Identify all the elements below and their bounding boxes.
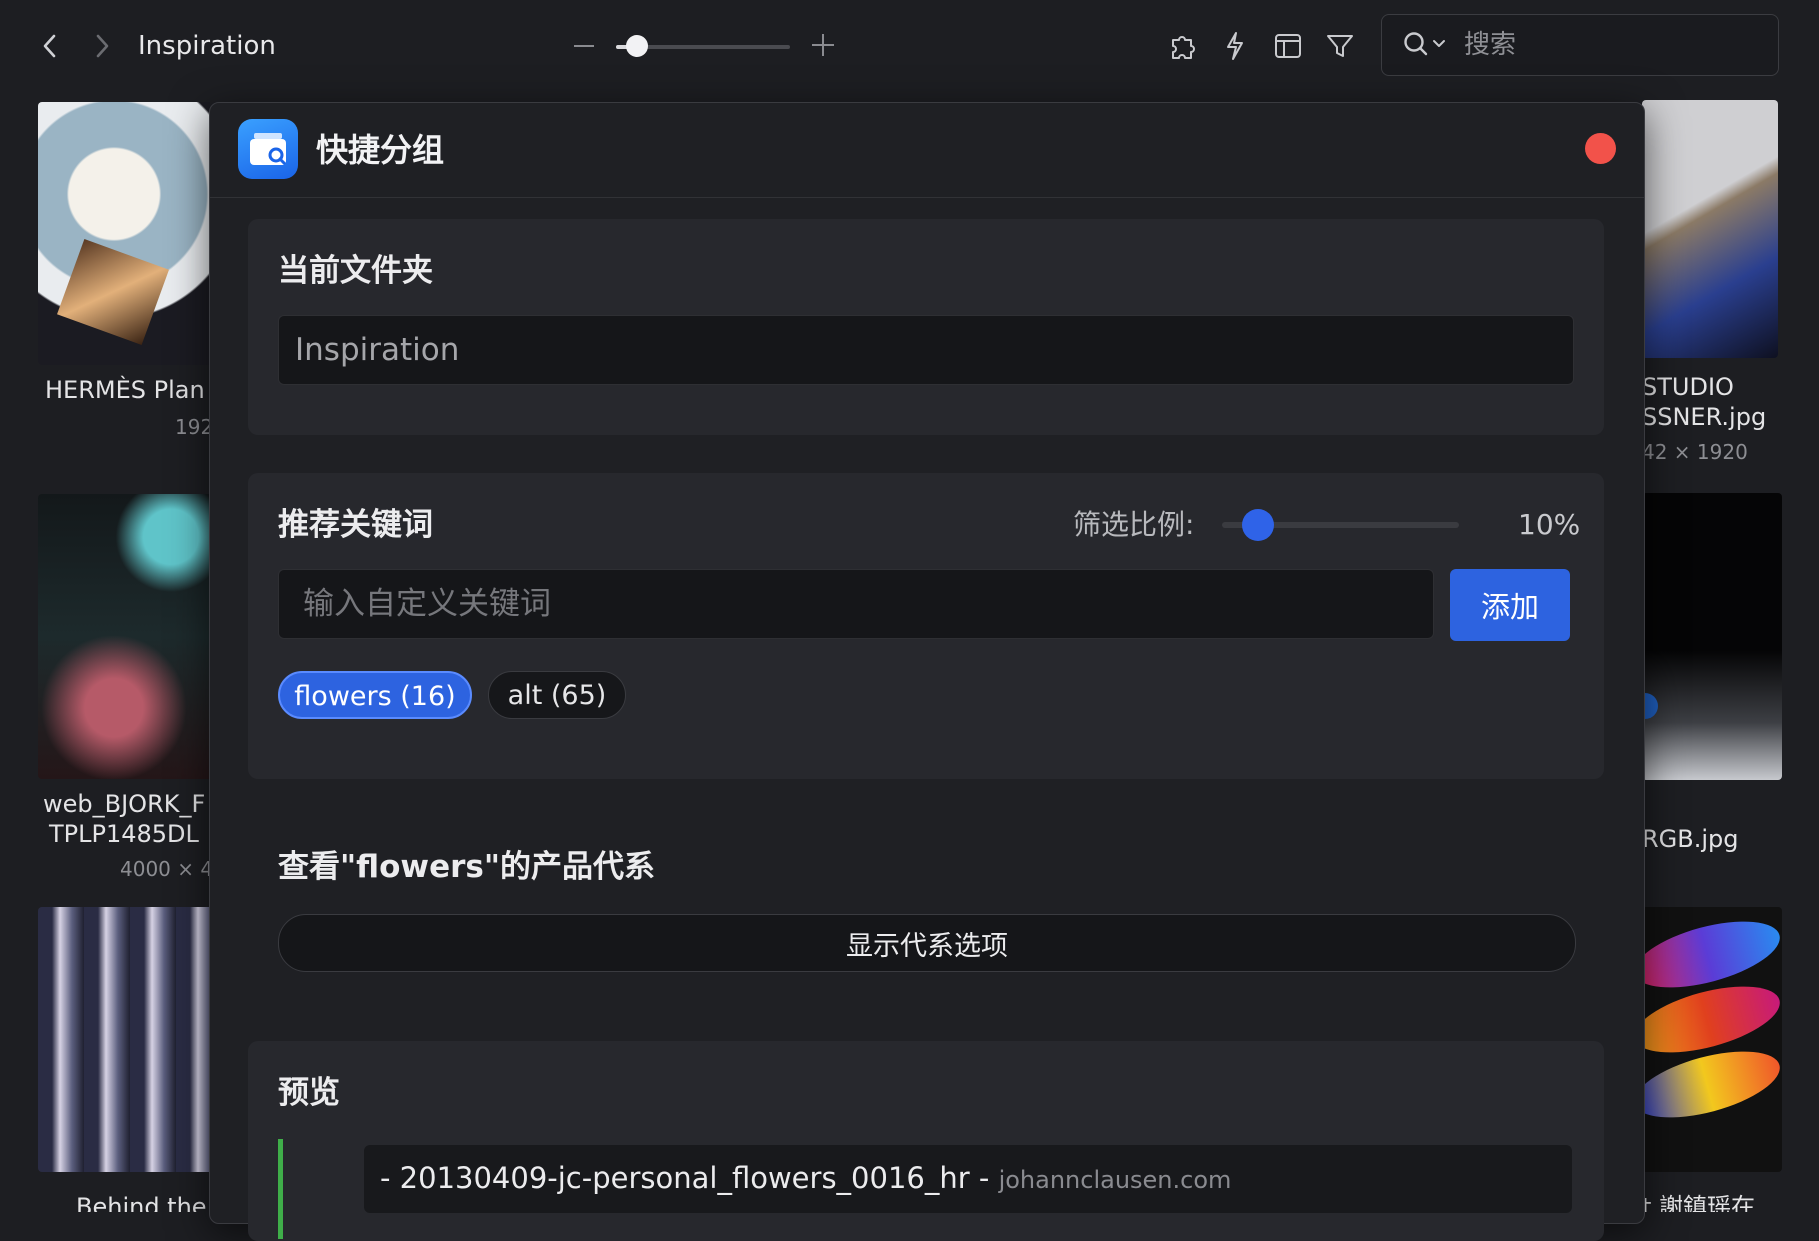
close-button[interactable] <box>1585 133 1616 164</box>
layout-icon[interactable] <box>1270 28 1306 64</box>
thumbnail-behind[interactable] <box>38 907 210 1172</box>
lineage-title: 查看"flowers"的产品代系 <box>278 849 655 885</box>
current-folder-title: 当前文件夹 <box>278 253 433 289</box>
grid-caption-sub: 42 × 1920 <box>1642 440 1748 464</box>
thumbnail-rgb[interactable] <box>1642 493 1782 780</box>
keywords-title: 推荐关键词 <box>278 507 433 543</box>
search-icon[interactable] <box>1402 29 1450 63</box>
custom-keyword-input[interactable]: 输入自定义关键词 <box>278 569 1434 639</box>
preview-item-name: - 20130409-jc-personal_flowers_0016_hr - <box>380 1161 990 1195</box>
preview-title: 预览 <box>278 1075 340 1111</box>
grid-caption: RGB.jpg <box>1642 825 1739 853</box>
top-toolbar: Inspiration 搜索 <box>0 0 1819 92</box>
grid-caption-sub: 192 <box>175 415 210 439</box>
preview-accent-bar <box>278 1139 283 1239</box>
grid-right-column: STUDIO SSNER.jpg 42 × 1920 RGB.jpg t 謝鎮瑶… <box>1642 92 1819 1212</box>
thumbnail-studio[interactable] <box>1642 100 1778 358</box>
dialog-title: 快捷分组 <box>316 131 445 169</box>
grid-caption: Behind the <box>76 1193 207 1212</box>
grid-caption: STUDIO <box>1642 373 1734 401</box>
grid-caption: HERMÈS Plan <box>45 376 205 404</box>
puzzle-icon[interactable] <box>1165 28 1201 64</box>
thumbnail-bjork[interactable] <box>38 494 210 779</box>
folder-search-icon <box>238 119 298 179</box>
grid-caption-line2: SSNER.jpg <box>1642 403 1767 431</box>
chevron-left-icon[interactable] <box>32 28 68 64</box>
add-keyword-button[interactable]: 添加 <box>1450 569 1570 641</box>
zoom-out-button[interactable] <box>574 45 594 47</box>
grid-caption: web_BJORK_F <box>43 790 206 818</box>
show-lineage-button[interactable]: 显示代系选项 <box>278 914 1576 972</box>
filter-icon[interactable] <box>1322 28 1358 64</box>
search-placeholder: 搜索 <box>1464 30 1517 60</box>
quick-group-dialog: 快捷分组 当前文件夹 Inspiration 推荐关键词 筛选比例: 10% 输… <box>209 102 1645 1241</box>
grid-caption-sub: 4000 × 4 <box>120 857 210 881</box>
search-input[interactable]: 搜索 <box>1381 14 1779 76</box>
bolt-icon[interactable] <box>1217 28 1253 64</box>
ratio-label: 筛选比例: <box>1073 508 1195 541</box>
preview-item-source: johannclausen.com <box>998 1166 1232 1194</box>
preview-card: 预览 - 20130409-jc-personal_flowers_0016_h… <box>248 1041 1604 1241</box>
zoom-in-button[interactable] <box>812 34 834 56</box>
current-folder-field[interactable]: Inspiration <box>278 315 1574 385</box>
grid-caption-line2: TPLP1485DL <box>49 820 199 848</box>
grid-caption: t 謝鎮瑶在 <box>1642 1193 1756 1212</box>
ratio-value: 10% <box>1518 508 1581 541</box>
preview-item[interactable]: - 20130409-jc-personal_flowers_0016_hr -… <box>364 1145 1572 1213</box>
chevron-right-icon[interactable] <box>84 28 120 64</box>
keywords-card: 推荐关键词 筛选比例: 10% 输入自定义关键词 添加 flowers (16)… <box>248 473 1604 779</box>
grid-left-column: HERMÈS Plan 192 web_BJORK_F TPLP1485DL 4… <box>0 92 210 1212</box>
thumbnail-hermes[interactable] <box>38 102 210 365</box>
zoom-slider-thumb[interactable] <box>625 35 648 57</box>
folder-title: Inspiration <box>138 31 276 61</box>
current-folder-card: 当前文件夹 Inspiration <box>248 219 1604 435</box>
keyword-chip-flowers[interactable]: flowers (16) <box>278 671 472 719</box>
dialog-header: 快捷分组 <box>210 103 1644 198</box>
ratio-slider-thumb[interactable] <box>1241 509 1274 541</box>
keyword-chip-alt[interactable]: alt (65) <box>488 671 626 719</box>
thumbnail-waves[interactable] <box>1642 907 1782 1172</box>
